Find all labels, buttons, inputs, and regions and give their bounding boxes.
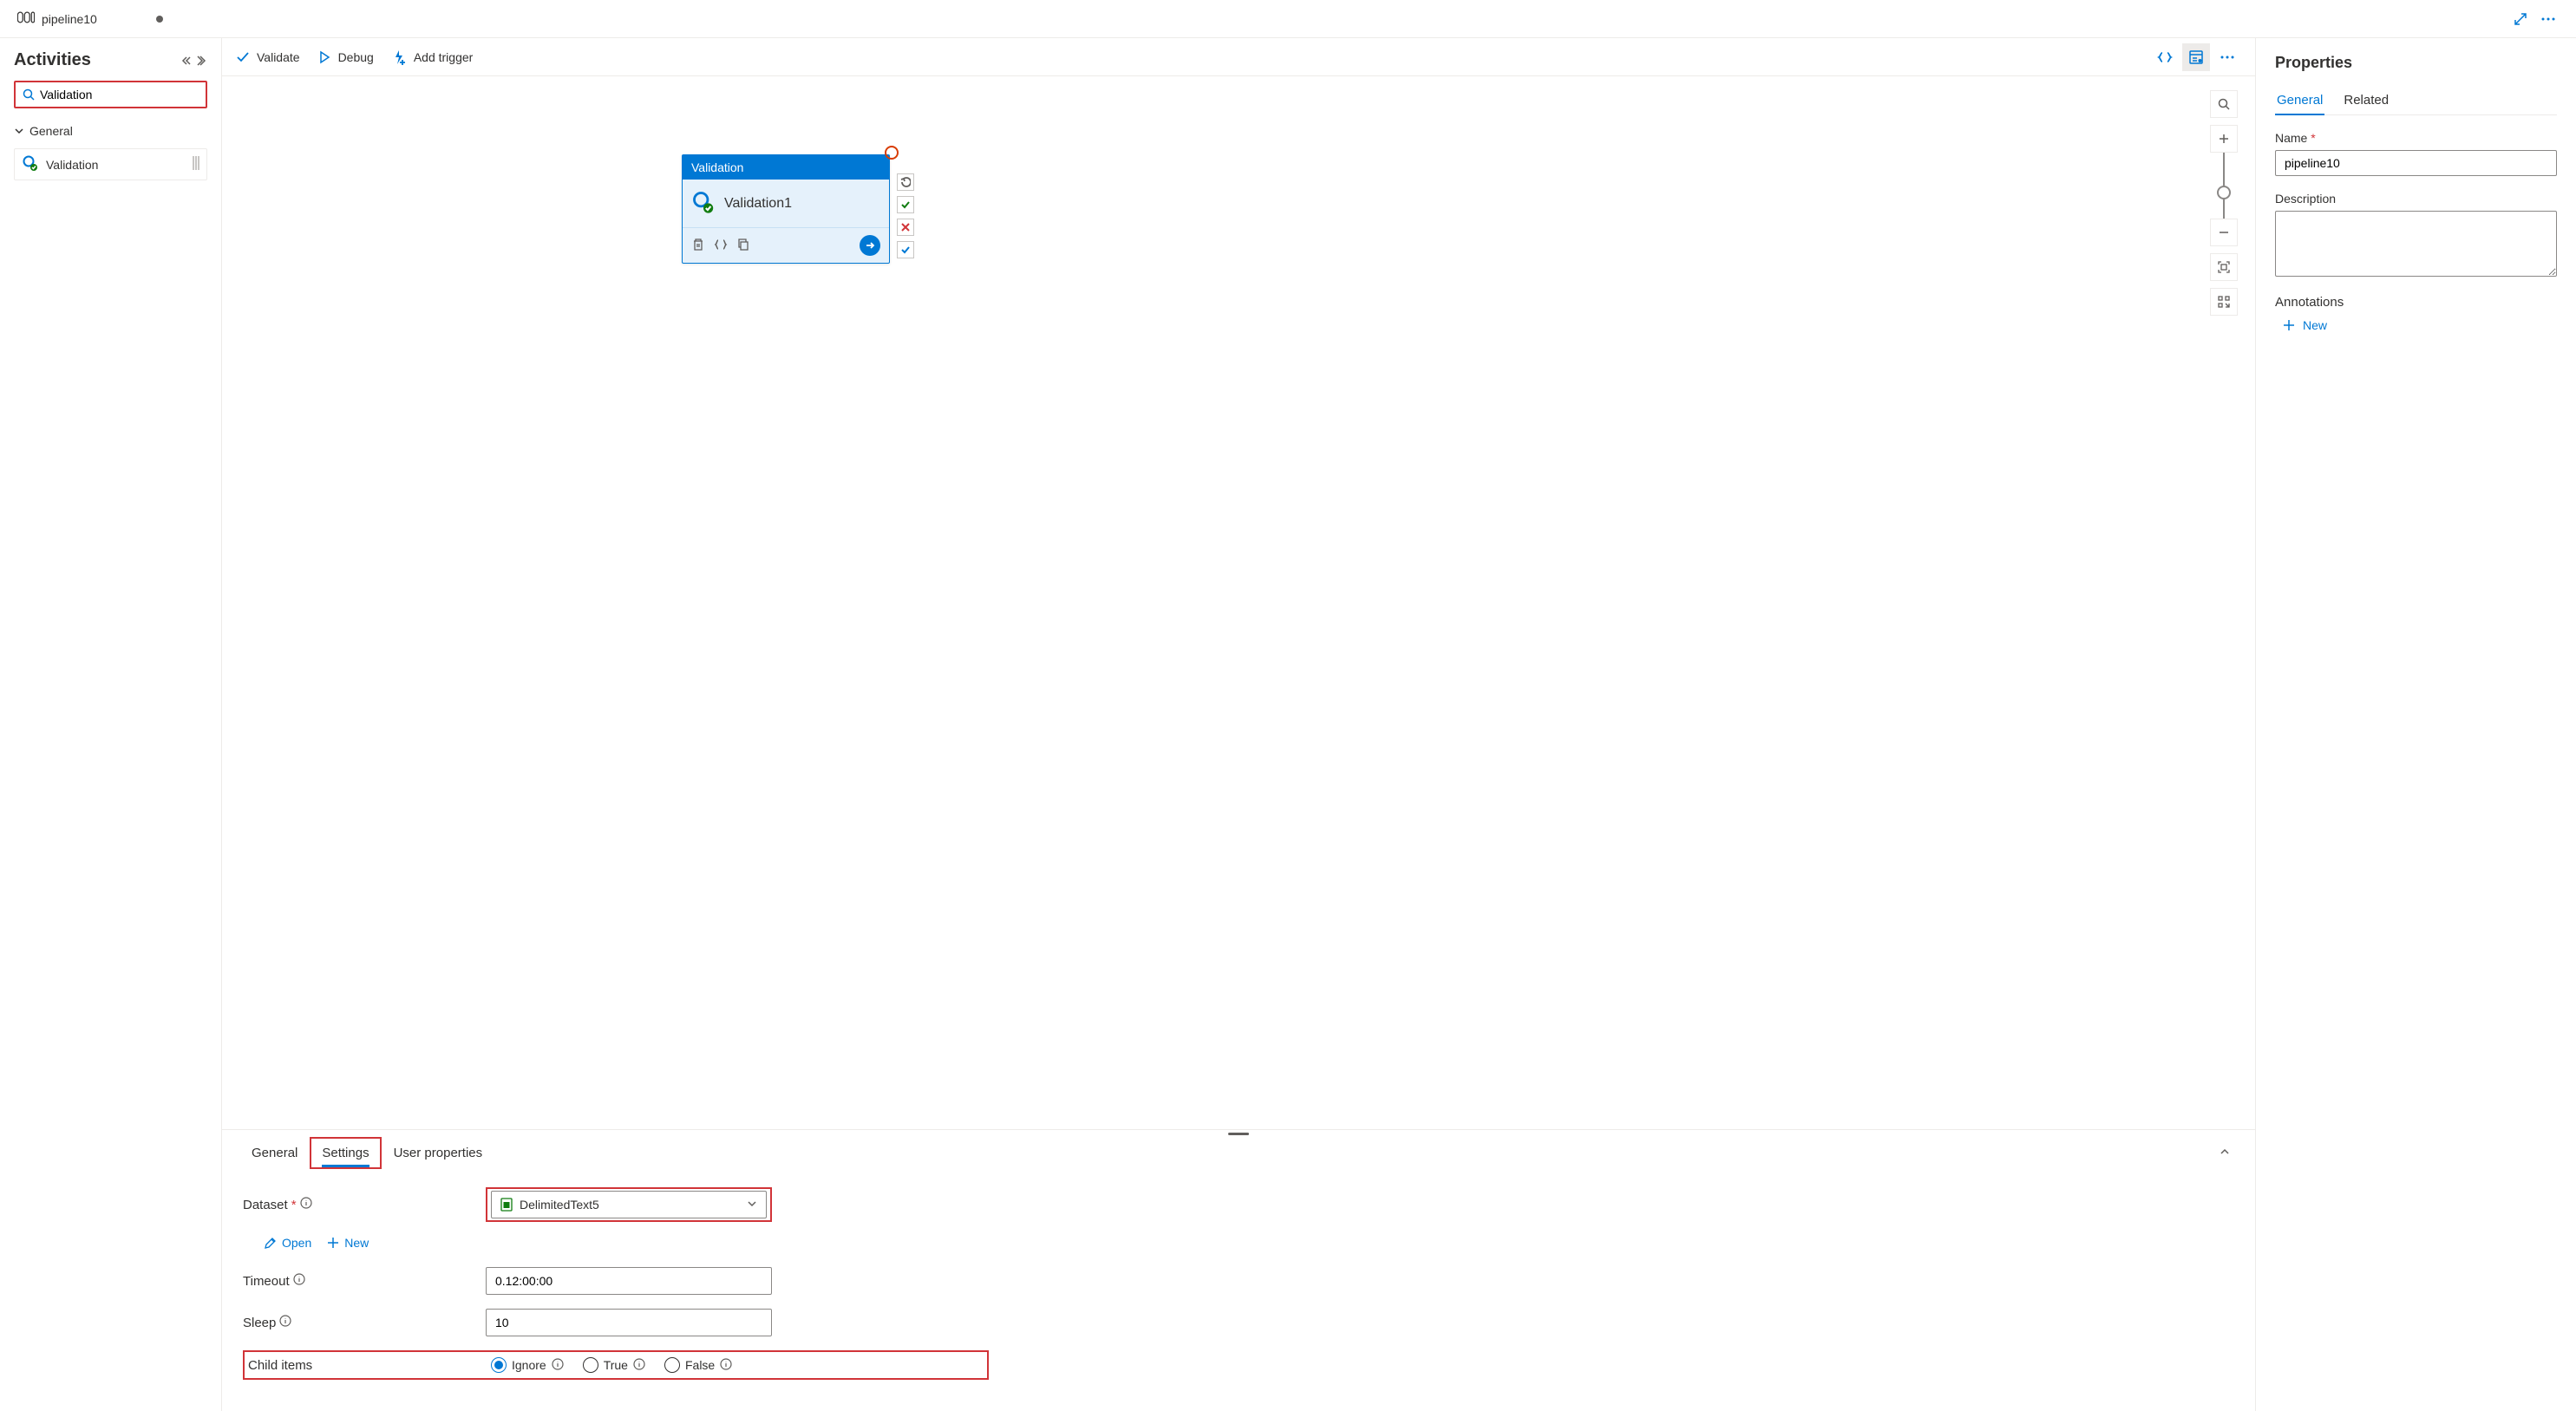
pipeline-icon — [17, 11, 35, 26]
bottom-panel: General Settings User properties Dataset… — [222, 1129, 2255, 1411]
properties-toggle-button[interactable] — [2182, 43, 2210, 71]
zoom-out-button[interactable] — [2210, 219, 2238, 246]
pipeline-canvas[interactable]: Validation Validation1 — [222, 76, 2255, 1129]
properties-panel: Properties General Related Name * Descri… — [2255, 38, 2576, 1411]
validation-icon — [22, 154, 39, 174]
canvas-search-button[interactable] — [2210, 90, 2238, 118]
activity-search-input[interactable] — [14, 81, 207, 108]
dataset-file-icon — [500, 1198, 513, 1212]
zoom-in-button[interactable] — [2210, 125, 2238, 153]
delete-node-button[interactable] — [691, 238, 705, 254]
new-dataset-button[interactable]: New — [327, 1236, 369, 1250]
sidebar-collapse-button[interactable] — [181, 55, 207, 67]
info-icon[interactable] — [300, 1197, 312, 1212]
radio-ignore[interactable]: Ignore — [491, 1357, 564, 1373]
tab-settings[interactable]: Settings — [310, 1137, 381, 1169]
child-items-label: Child items — [248, 1358, 491, 1373]
activities-sidebar: Activities General Validation — [0, 38, 222, 1411]
properties-title: Properties — [2275, 54, 2557, 72]
auto-layout-button[interactable] — [2210, 288, 2238, 316]
description-textarea[interactable] — [2275, 211, 2557, 277]
tab-bar: pipeline10 — [0, 0, 2576, 38]
node-navigate-button[interactable] — [860, 235, 880, 256]
chevron-down-icon — [747, 1198, 757, 1212]
tab-user-properties[interactable]: User properties — [382, 1137, 495, 1169]
name-label: Name * — [2275, 131, 2557, 145]
zoom-fit-button[interactable] — [2210, 253, 2238, 281]
timeout-input[interactable] — [486, 1267, 772, 1295]
node-type-label: Validation — [683, 155, 889, 180]
toolbar-more-button[interactable] — [2213, 43, 2241, 71]
more-icon[interactable] — [2538, 9, 2559, 29]
info-icon[interactable] — [293, 1273, 305, 1289]
add-trigger-button[interactable]: Add trigger — [391, 46, 473, 69]
timeout-label: Timeout — [243, 1273, 486, 1289]
panel-collapse-button[interactable] — [2212, 1139, 2238, 1167]
validation-node[interactable]: Validation Validation1 — [682, 154, 890, 264]
node-name: Validation1 — [724, 196, 792, 212]
radio-false[interactable]: False — [664, 1357, 732, 1373]
port-success[interactable] — [897, 196, 914, 213]
info-icon[interactable] — [633, 1358, 645, 1373]
sleep-input[interactable] — [486, 1309, 772, 1336]
sidebar-title: Activities — [14, 50, 91, 70]
validation-icon — [691, 190, 716, 217]
panel-resize-handle[interactable] — [222, 1130, 2255, 1137]
tab-general[interactable]: General — [239, 1137, 310, 1169]
info-icon[interactable] — [720, 1358, 732, 1373]
dataset-dropdown[interactable]: DelimitedText5 — [491, 1191, 767, 1218]
debug-button[interactable]: Debug — [317, 47, 374, 68]
pipeline-tab[interactable]: pipeline10 — [7, 0, 173, 37]
add-annotation-button[interactable]: New — [2275, 318, 2557, 332]
info-icon[interactable] — [279, 1315, 291, 1330]
description-label: Description — [2275, 192, 2557, 206]
node-status-indicator — [885, 146, 899, 160]
unsaved-indicator-icon — [156, 16, 163, 23]
chevron-down-icon — [14, 126, 24, 136]
open-dataset-button[interactable]: Open — [264, 1236, 311, 1250]
tab-title: pipeline10 — [42, 12, 97, 26]
prop-tab-general[interactable]: General — [2275, 86, 2324, 114]
pipeline-name-input[interactable] — [2275, 150, 2557, 176]
port-skip[interactable] — [897, 241, 914, 258]
node-code-button[interactable] — [714, 238, 728, 254]
sleep-label: Sleep — [243, 1315, 486, 1330]
info-icon[interactable] — [552, 1358, 564, 1373]
prop-tab-related[interactable]: Related — [2342, 86, 2390, 114]
code-view-button[interactable] — [2151, 43, 2179, 71]
category-general[interactable]: General — [14, 119, 207, 143]
grip-icon — [193, 156, 199, 173]
port-completion[interactable] — [897, 173, 914, 191]
copy-node-button[interactable] — [736, 238, 750, 254]
validate-button[interactable]: Validate — [236, 47, 300, 68]
port-failure[interactable] — [897, 219, 914, 236]
radio-true[interactable]: True — [583, 1357, 645, 1373]
dataset-label: Dataset * — [243, 1197, 486, 1212]
zoom-slider[interactable] — [2210, 125, 2238, 246]
canvas-toolbar: Validate Debug Add trigger — [222, 38, 2255, 76]
activity-validation[interactable]: Validation — [14, 148, 207, 180]
annotations-label: Annotations — [2275, 295, 2557, 310]
expand-icon[interactable] — [2510, 9, 2531, 29]
